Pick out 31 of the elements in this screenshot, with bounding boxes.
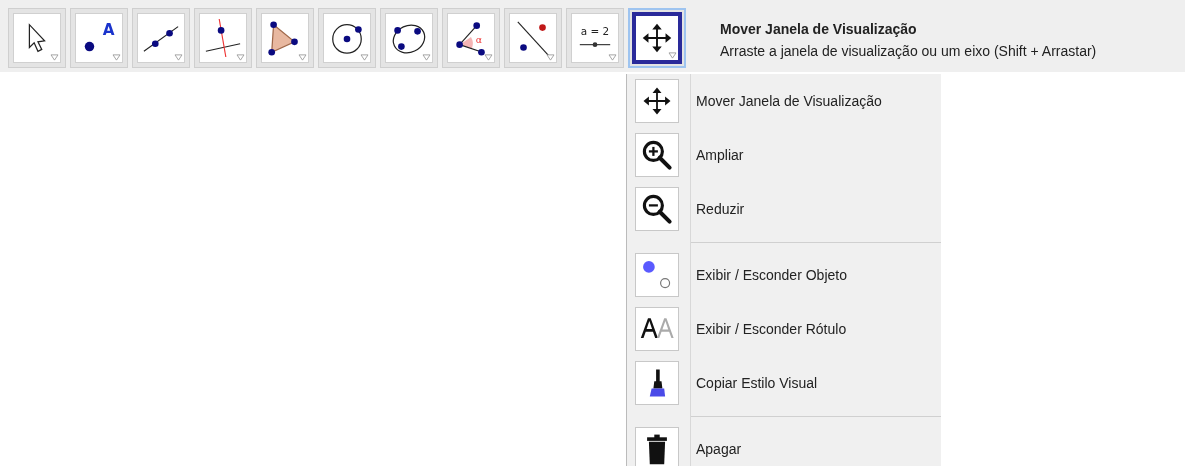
tool-button[interactable]: a = 2 [566, 8, 624, 68]
tool-button[interactable]: A [70, 8, 128, 68]
dropdown-triangle-icon [174, 54, 183, 61]
dropdown-triangle-icon [50, 54, 59, 61]
tool-button[interactable] [256, 8, 314, 68]
menu-item[interactable]: Exibir / Esconder Rótulo [627, 302, 941, 356]
tool-button[interactable] [504, 8, 562, 68]
tool-button[interactable] [8, 8, 66, 68]
menu-item[interactable]: Mover Janela de Visualização [627, 74, 941, 128]
tooltip-description: Arraste a janela de visualização ou um eixo (Shift + Arrastar) [720, 42, 1097, 61]
dropdown-triangle-icon [484, 54, 493, 61]
crossing-lines-icon [204, 19, 242, 57]
menu-item[interactable]: Reduzir [627, 182, 941, 236]
dropdown-triangle-icon [422, 54, 431, 61]
dropdown-triangle-icon [298, 54, 307, 61]
dropdown-triangle-icon [668, 52, 677, 59]
dropdown-triangle-icon [360, 54, 369, 61]
dropdown-triangle-icon [546, 54, 555, 61]
menu-item[interactable]: Apagar [627, 422, 941, 466]
menu-item[interactable]: Exibir / Esconder Objeto [627, 248, 941, 302]
menu-item[interactable]: Ampliar [627, 128, 941, 182]
dropdown-triangle-icon [608, 54, 617, 61]
tool-button[interactable] [132, 8, 190, 68]
tooltip-title: Mover Janela de Visualização [720, 20, 918, 39]
dropdown-triangle-icon [236, 54, 245, 61]
tool-button[interactable] [628, 8, 686, 68]
tool-button[interactable] [380, 8, 438, 68]
dropdown-triangle-icon [112, 54, 121, 61]
tool-button[interactable] [318, 8, 376, 68]
tool-button[interactable]: α [442, 8, 500, 68]
menu-item[interactable]: Copiar Estilo Visual [627, 356, 941, 410]
